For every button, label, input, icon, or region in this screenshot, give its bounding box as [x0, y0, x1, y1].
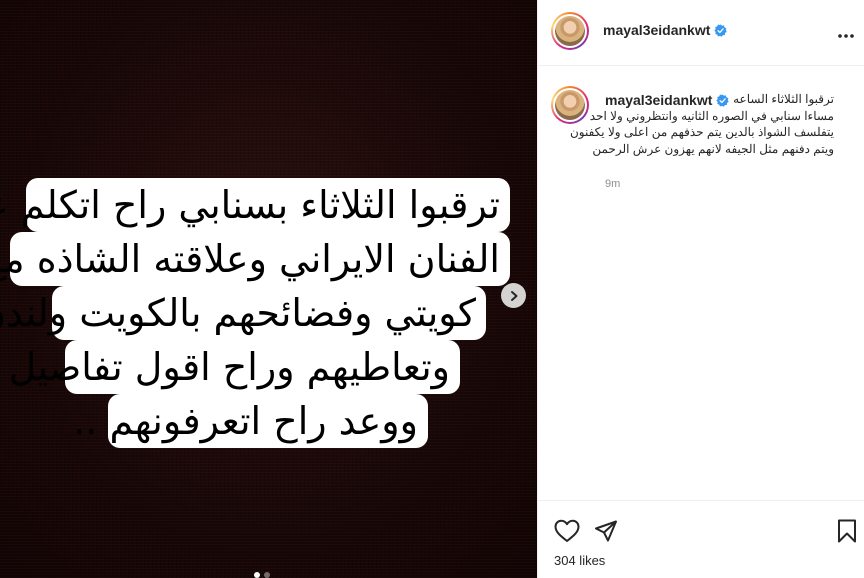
send-icon — [595, 520, 617, 542]
bookmark-icon — [838, 519, 856, 543]
image-caption-line: الفنان الايراني وعلاقته الشاذه مع فنان — [0, 232, 510, 286]
save-button[interactable] — [837, 519, 857, 547]
image-caption-line: وتعاطيهم وراح اقول تفاصيل — [9, 340, 460, 394]
comment-username[interactable]: mayal3eidankwt — [605, 92, 734, 108]
verified-icon — [716, 94, 730, 107]
header-username[interactable]: mayal3eidankwt — [603, 22, 728, 38]
carousel-dot — [264, 572, 270, 578]
avatar[interactable] — [551, 12, 589, 50]
carousel-dot — [254, 572, 260, 578]
caption-line: مساءا سنابي في الصوره الثانيه وانتظروني … — [589, 108, 834, 123]
post-media[interactable]: ترقبوا الثلاثاء بسنابي راح اتكلم عن الفن… — [0, 0, 537, 578]
carousel-next-button[interactable] — [501, 283, 526, 308]
carousel-indicator — [254, 572, 270, 578]
heart-icon — [554, 519, 580, 542]
image-caption-line: ترقبوا الثلاثاء بسنابي راح اتكلم عن — [0, 178, 510, 232]
username-text[interactable]: mayal3eidankwt — [605, 92, 712, 108]
share-button[interactable] — [594, 519, 618, 547]
post-actions: 304 likes — [538, 500, 864, 578]
image-caption-line: ووعد راح اتعرفونهم .. — [73, 394, 428, 448]
comment-avatar[interactable] — [551, 86, 589, 124]
comment-timestamp[interactable]: 9m — [605, 178, 620, 190]
username-text[interactable]: mayal3eidankwt — [603, 22, 710, 38]
caption-line: ويتم دفنهم مثل الجيفه لانهم يهزون عرش ال… — [592, 141, 834, 156]
chevron-right-icon — [510, 290, 517, 301]
image-caption-line: كويتي وفضائحهم بالكويت ولندن — [0, 286, 486, 340]
caption-line: يتفلسف الشواذ بالدين يتم حذفهم من اعلى و… — [569, 125, 834, 139]
verified-icon — [714, 24, 728, 37]
post-header: mayal3eidankwt — [538, 0, 864, 66]
more-options-button[interactable] — [837, 24, 855, 43]
post-sidebar: mayal3eidankwt ترقبوا الثلاثاء الساعه ٩ … — [537, 0, 864, 578]
likes-count[interactable]: 304 likes — [554, 553, 605, 568]
more-options-icon — [838, 34, 854, 38]
like-button[interactable] — [554, 519, 580, 547]
